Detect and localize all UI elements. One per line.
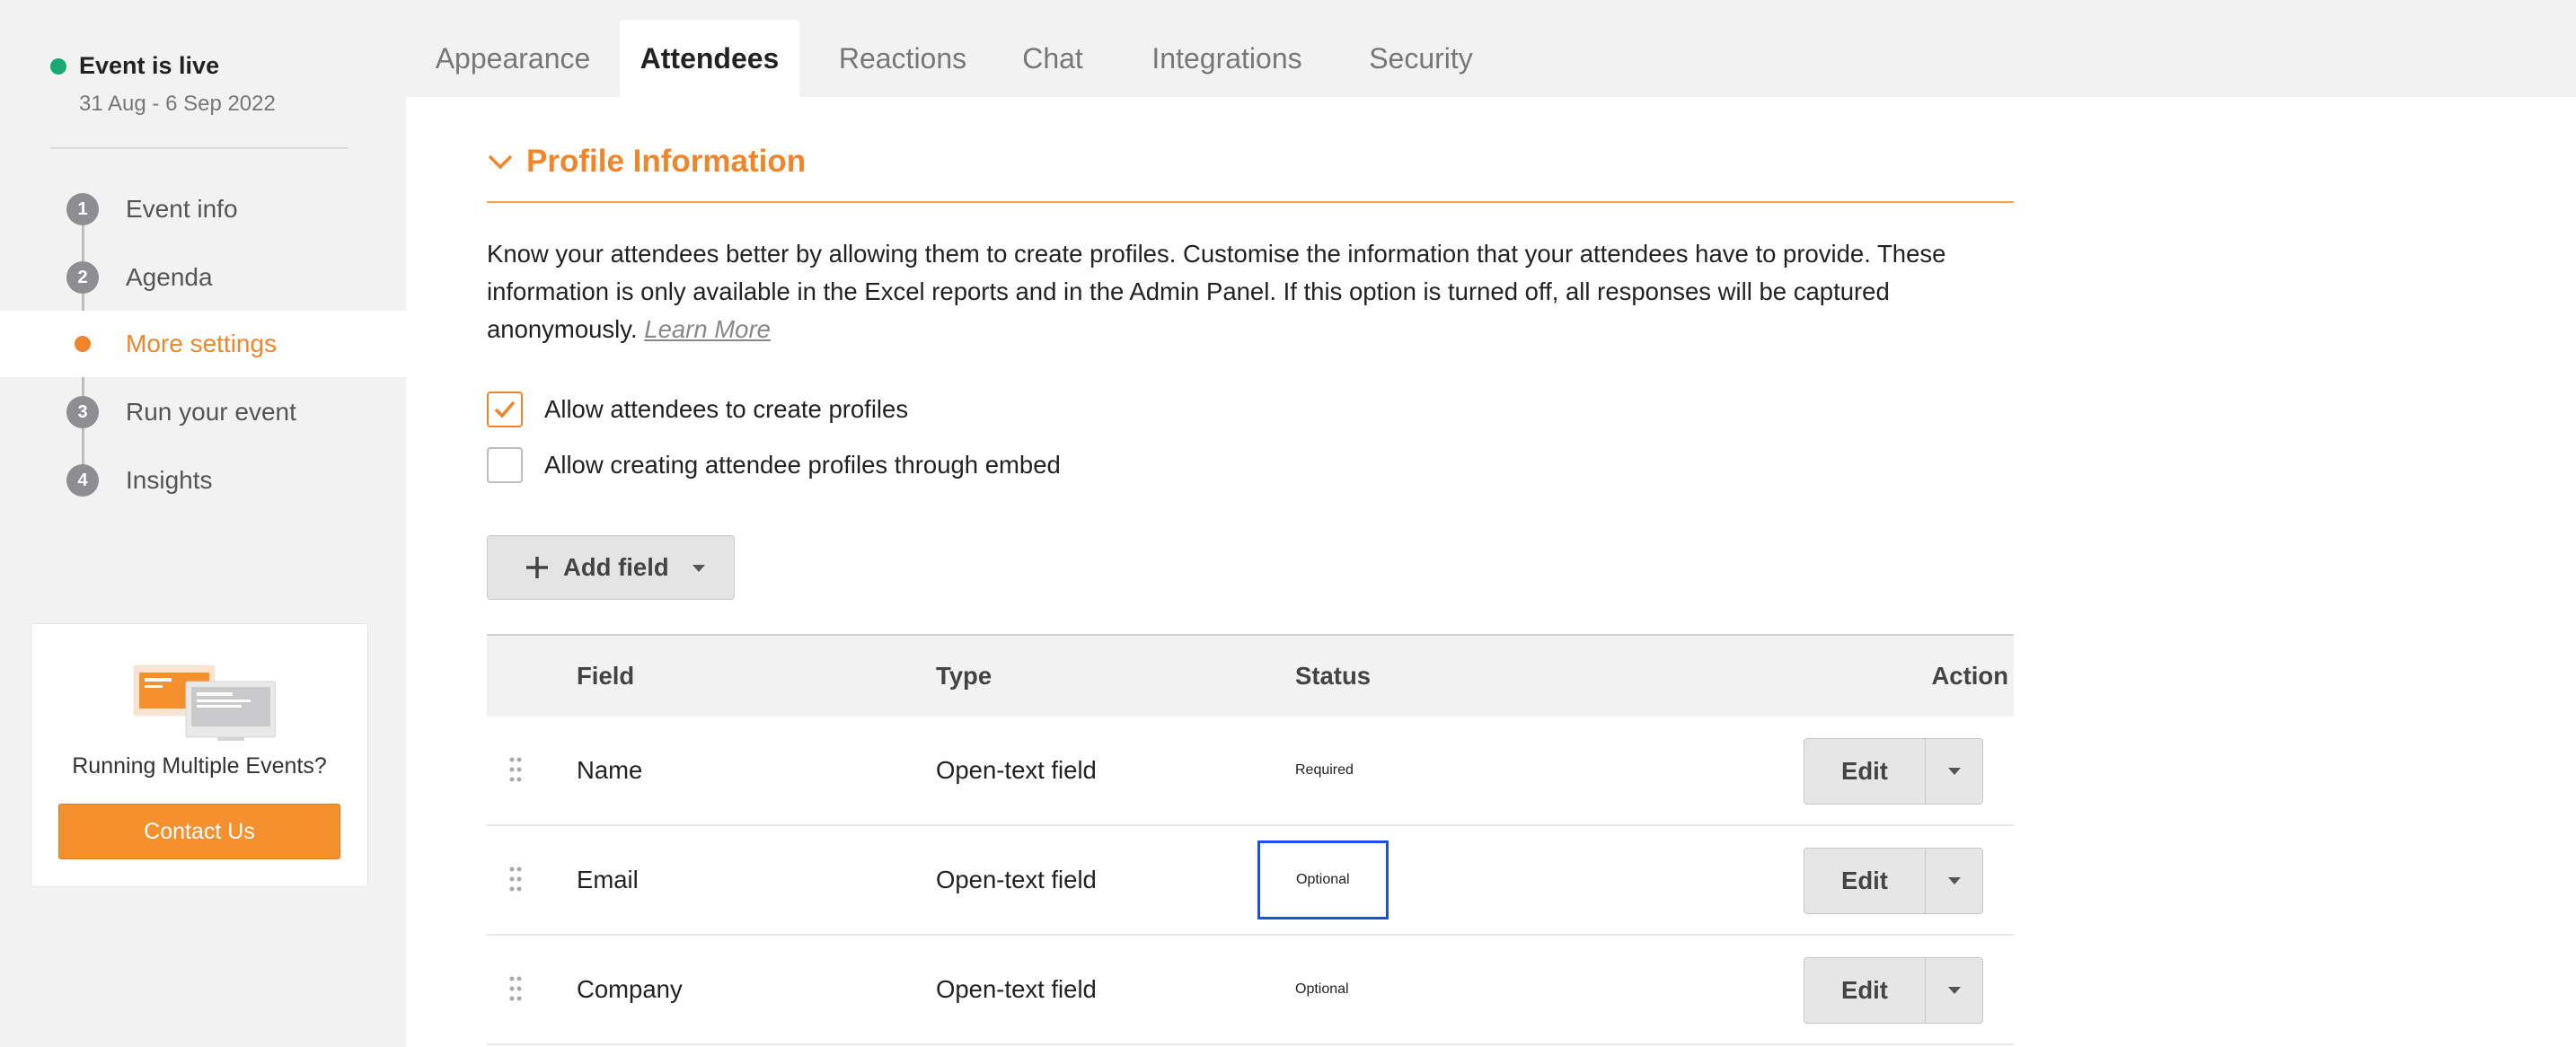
edit-button[interactable]: Edit xyxy=(1804,739,1926,804)
profile-fields-table: Field Type Status Action Name Open-text … xyxy=(487,634,2014,1045)
sidebar-item-agenda[interactable]: 2 Agenda xyxy=(0,244,406,311)
add-field-button[interactable]: Add field xyxy=(487,535,735,600)
sidebar-item-label: Event info xyxy=(126,195,238,223)
multiple-screens-illustration-icon xyxy=(133,664,276,741)
field-type-cell: Open-text field xyxy=(936,866,1097,893)
tab-security[interactable]: Security xyxy=(1340,20,1502,97)
section-divider xyxy=(487,201,2014,203)
field-status-value: Required xyxy=(1295,762,1354,778)
section-description: Know your attendees better by allowing t… xyxy=(487,235,2014,348)
step-number-badge: 1 xyxy=(66,193,99,225)
field-name-cell: Company xyxy=(577,975,683,1003)
field-name-cell: Email xyxy=(577,866,639,893)
field-status-value: Optional xyxy=(1295,981,1349,997)
sidebar-item-event-info[interactable]: 1 Event info xyxy=(0,176,406,242)
tab-reactions[interactable]: Reactions xyxy=(817,20,988,97)
sidebar-item-insights[interactable]: 4 Insights xyxy=(0,447,406,514)
allow-profiles-option[interactable]: Allow attendees to create profiles xyxy=(487,392,908,427)
edit-menu-toggle[interactable] xyxy=(1926,739,1982,804)
column-header-status: Status xyxy=(1295,662,1372,690)
step-number-badge: 3 xyxy=(66,396,99,428)
sidebar-item-label: Run your event xyxy=(126,398,296,426)
sidebar-item-label: Agenda xyxy=(126,263,213,291)
live-status-dot-icon xyxy=(50,57,66,75)
edit-menu-toggle[interactable] xyxy=(1926,958,1982,1023)
checkbox-label: Allow creating attendee profiles through… xyxy=(544,451,1061,479)
promo-text: Running Multiple Events? xyxy=(72,753,327,779)
multiple-events-promo: Running Multiple Events? Contact Us xyxy=(31,623,368,887)
column-header-field: Field xyxy=(577,662,635,690)
profile-information-toggle[interactable]: Profile Information xyxy=(487,144,806,180)
edit-button-group: Edit xyxy=(1804,848,1983,914)
checkbox-label: Allow attendees to create profiles xyxy=(544,395,909,423)
learn-more-link[interactable]: Learn More xyxy=(644,315,771,343)
column-header-type: Type xyxy=(936,662,992,690)
caret-down-icon xyxy=(1947,987,1961,994)
field-status-cell[interactable]: Required xyxy=(1295,717,1354,824)
field-status-cell[interactable]: Optional xyxy=(1257,826,1389,934)
tab-chat[interactable]: Chat xyxy=(999,20,1107,97)
settings-tab-bar: Appearance Attendees Reactions Chat Inte… xyxy=(406,0,2576,97)
drag-handle-icon[interactable] xyxy=(508,975,523,1002)
caret-down-icon xyxy=(1947,768,1961,775)
sidebar-divider xyxy=(50,147,348,149)
caret-down-icon[interactable] xyxy=(691,563,707,574)
step-number-badge: 2 xyxy=(66,261,99,294)
sidebar: Event is live 31 Aug - 6 Sep 2022 1 Even… xyxy=(0,0,406,1047)
tab-integrations[interactable]: Integrations xyxy=(1119,20,1335,97)
drag-handle-icon[interactable] xyxy=(508,866,523,893)
caret-down-icon xyxy=(1947,877,1961,884)
column-header-action: Action xyxy=(1931,662,2008,690)
checkmark-icon xyxy=(494,400,516,418)
edit-button-group: Edit xyxy=(1804,957,1983,1024)
allow-embed-profiles-option[interactable]: Allow creating attendee profiles through… xyxy=(487,447,1061,483)
drag-handle-icon[interactable] xyxy=(508,756,523,783)
add-field-label: Add field xyxy=(563,553,669,581)
allow-profiles-checkbox[interactable] xyxy=(487,392,523,427)
table-row: Name Open-text field Required Edit xyxy=(487,717,2014,826)
event-status: Event is live xyxy=(50,52,219,80)
sidebar-item-label: Insights xyxy=(126,466,213,494)
edit-button-group: Edit xyxy=(1804,738,1983,805)
field-name-cell: Name xyxy=(577,756,643,784)
field-type-cell: Open-text field xyxy=(936,756,1097,784)
field-status-cell[interactable]: Optional xyxy=(1295,936,1349,1043)
table-header: Field Type Status Action xyxy=(487,634,2014,717)
table-row: Email Open-text field Optional Edit xyxy=(487,826,2014,936)
chevron-down-icon xyxy=(488,154,513,170)
sidebar-item-run-your-event[interactable]: 3 Run your event xyxy=(0,379,406,445)
plus-icon xyxy=(526,557,548,578)
edit-menu-toggle[interactable] xyxy=(1926,849,1982,913)
tab-appearance[interactable]: Appearance xyxy=(410,20,616,97)
sidebar-item-label: More settings xyxy=(126,330,278,357)
edit-button[interactable]: Edit xyxy=(1804,849,1926,913)
current-step-dot-icon xyxy=(75,336,91,352)
allow-embed-profiles-checkbox[interactable] xyxy=(487,447,523,483)
field-type-cell: Open-text field xyxy=(936,975,1097,1003)
tab-attendees[interactable]: Attendees xyxy=(620,20,799,97)
event-status-label: Event is live xyxy=(79,52,220,79)
event-date-range: 31 Aug - 6 Sep 2022 xyxy=(79,92,276,116)
contact-us-button[interactable]: Contact Us xyxy=(58,804,340,859)
sidebar-item-more-settings[interactable]: More settings xyxy=(0,311,406,377)
step-number-badge: 4 xyxy=(66,464,99,497)
edit-button[interactable]: Edit xyxy=(1804,958,1926,1023)
table-row: Company Open-text field Optional Edit xyxy=(487,936,2014,1045)
field-status-value: Optional xyxy=(1257,840,1389,919)
section-title: Profile Information xyxy=(526,144,807,179)
